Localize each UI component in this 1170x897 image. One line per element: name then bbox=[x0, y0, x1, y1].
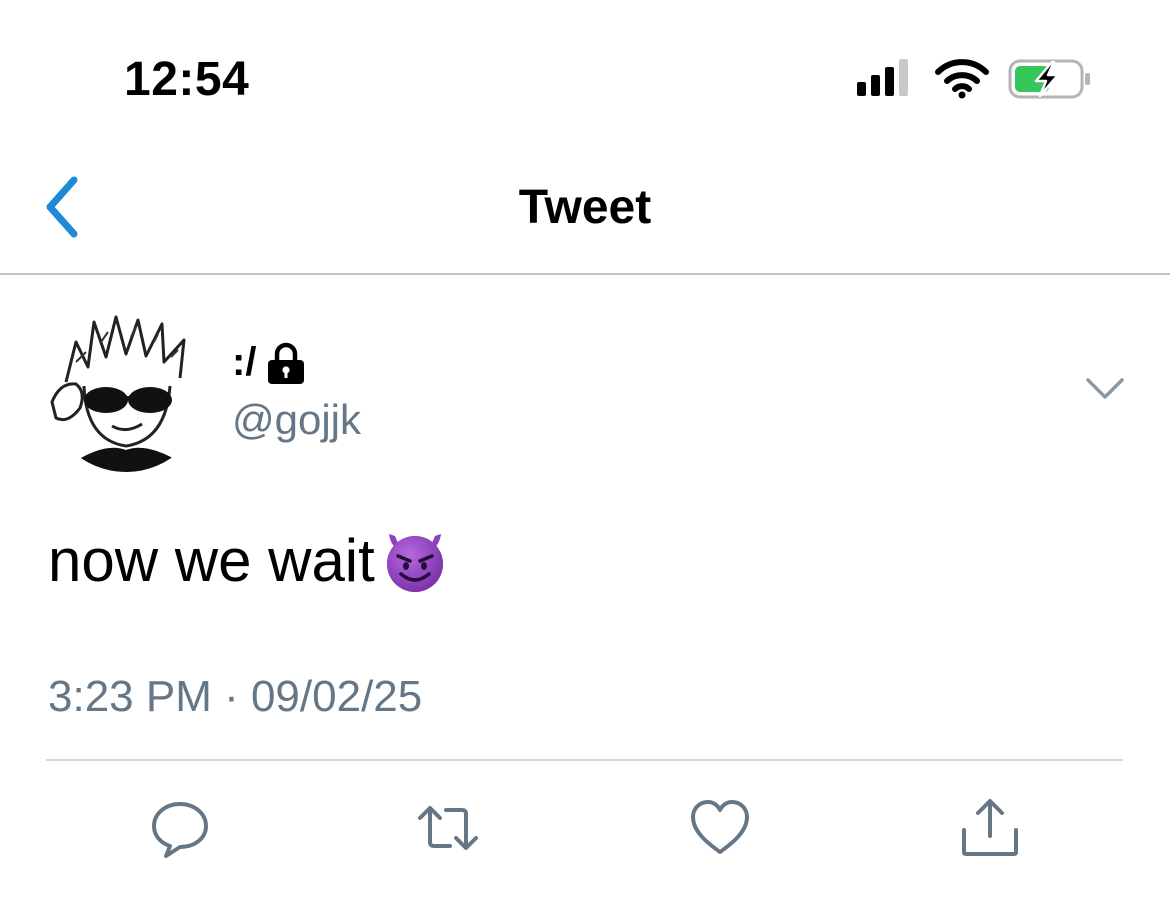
tweet-text: now we wait bbox=[48, 524, 451, 596]
avatar[interactable] bbox=[46, 312, 206, 472]
chevron-down-icon bbox=[1086, 378, 1124, 399]
nav-divider bbox=[0, 273, 1170, 275]
status-time: 12:54 bbox=[124, 53, 250, 106]
display-name[interactable]: :/ bbox=[232, 340, 308, 385]
tweet-timestamp: 3:23 PM · 09/02/25 bbox=[48, 672, 423, 721]
battery-charging-icon bbox=[1008, 58, 1094, 100]
tweet-options-button[interactable] bbox=[1082, 372, 1128, 408]
reply-bubble-icon bbox=[152, 802, 208, 858]
page-title: Tweet bbox=[518, 181, 652, 234]
heart-icon bbox=[691, 800, 749, 854]
actions-divider bbox=[46, 759, 1123, 761]
like-button[interactable] bbox=[688, 796, 752, 860]
lock-icon bbox=[264, 341, 308, 385]
tweet-text-content: now we wait bbox=[48, 526, 375, 594]
wifi-icon bbox=[934, 58, 990, 100]
display-name-text: :/ bbox=[232, 340, 257, 384]
reply-button[interactable] bbox=[148, 796, 212, 860]
user-handle[interactable]: @gojjk bbox=[232, 396, 361, 444]
retweet-button[interactable] bbox=[416, 796, 480, 860]
retweet-icon bbox=[418, 806, 478, 850]
share-button[interactable] bbox=[958, 796, 1022, 860]
cellular-signal-icon bbox=[855, 58, 915, 98]
smiling-devil-emoji bbox=[379, 524, 451, 596]
share-icon bbox=[962, 799, 1018, 856]
